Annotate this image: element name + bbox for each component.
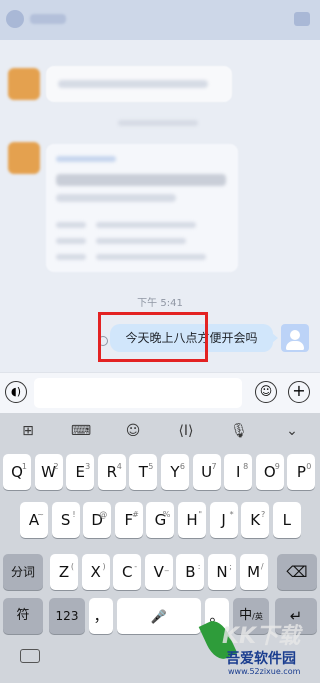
emoji-icon[interactable]: ☺ [121, 421, 145, 441]
key-hint: 0 [306, 462, 312, 471]
message-input[interactable] [34, 378, 242, 408]
watermark-cn: 吾爱软件园 [226, 651, 296, 667]
key-w[interactable]: W2 [34, 454, 63, 490]
voice-icon[interactable]: ◖) [5, 381, 27, 403]
bubble-tail [272, 333, 278, 343]
menu-icon[interactable] [294, 12, 310, 26]
key-hint: ! [72, 510, 76, 519]
key-hint: % [162, 510, 171, 519]
contact-avatar[interactable] [8, 142, 40, 174]
key-hint: ? [260, 510, 266, 519]
input-bar: ◖) ☺ + [0, 372, 320, 413]
plus-icon[interactable]: + [288, 381, 310, 403]
key-i[interactable]: I8 [224, 454, 253, 490]
key-d[interactable]: D @ [83, 502, 112, 538]
key-x[interactable]: X) [81, 554, 110, 590]
key-hint: 8 [243, 462, 249, 471]
blurred-text [58, 80, 208, 88]
mic-icon[interactable]: 🎙 [227, 421, 251, 441]
blurred-text [56, 254, 86, 260]
key-a[interactable]: A ~ [20, 502, 48, 538]
key-hint: 1 [21, 462, 27, 471]
key-hint: # [132, 510, 139, 519]
key-hint: - [134, 562, 138, 571]
key-u[interactable]: U7 [192, 454, 221, 490]
key-r[interactable]: R4 [97, 454, 126, 490]
highlight-box [98, 312, 208, 362]
collapse-icon[interactable]: ⌄ [280, 421, 304, 441]
number-key[interactable]: 123 [49, 598, 85, 634]
time-label: 下午 5:41 [137, 298, 183, 309]
key-hint: 6 [179, 462, 185, 471]
blurred-time [118, 120, 198, 126]
keyboard-switch-icon[interactable] [20, 649, 40, 663]
key-hint: ; [229, 562, 232, 571]
grid-icon[interactable]: ⊞ [16, 421, 40, 441]
blurred-text [56, 222, 86, 228]
top-bar [0, 0, 320, 40]
chat-title [30, 14, 66, 24]
key-hint: 9 [274, 462, 280, 471]
blurred-text [96, 222, 196, 228]
backspace-icon[interactable]: ⌫ [277, 554, 317, 590]
key-n[interactable]: N; [208, 554, 236, 590]
space-key[interactable]: 🎤 [117, 598, 201, 634]
key-v[interactable]: V _ [144, 554, 173, 590]
key-hint: ~ [37, 510, 44, 519]
key-s[interactable]: S! [51, 502, 80, 538]
key-l[interactable]: L [272, 502, 301, 538]
key-p[interactable]: P0 [287, 454, 316, 490]
key-hint: : [197, 562, 201, 571]
key-q[interactable]: Q1 [3, 454, 31, 490]
watermark-big: KK下载 [222, 624, 301, 649]
symbol-key[interactable]: 符 [3, 598, 43, 634]
key-m[interactable]: M / [239, 554, 268, 590]
key-h[interactable]: H " [178, 502, 206, 538]
key-z[interactable]: Z( [50, 554, 78, 590]
blurred-text [96, 254, 206, 260]
key-j[interactable]: J * [209, 502, 238, 538]
user-avatar[interactable] [281, 324, 309, 352]
blurred-text [96, 238, 186, 244]
fenci-key[interactable]: 分词 [3, 554, 43, 590]
key-g[interactable]: G% [146, 502, 175, 538]
watermark-url: www.52zixue.com [228, 667, 301, 676]
key-hint: 7 [211, 462, 217, 471]
emoji-icon[interactable]: ☺ [255, 381, 277, 403]
cursor-icon[interactable]: ⟨I⟩ [174, 421, 198, 441]
key-hint: @ [99, 510, 108, 519]
key-hint: 2 [53, 462, 59, 471]
blurred-text [56, 156, 116, 162]
key-k[interactable]: K? [241, 502, 270, 538]
key-hint: " [198, 510, 202, 519]
key-t[interactable]: T5 [129, 454, 158, 490]
keyboard-toolbar: ⊞ ⌨ ☺ ⟨I⟩ 🎙 ⌄ [0, 413, 320, 449]
key-hint: 5 [148, 462, 154, 471]
key-hint: ) [102, 562, 106, 571]
blurred-text [56, 194, 176, 202]
key-hint: 3 [85, 462, 91, 471]
comma-key[interactable]: ， [89, 598, 113, 634]
key-b[interactable]: B: [176, 554, 205, 590]
key-hint: * [229, 510, 234, 519]
contact-avatar[interactable] [8, 68, 40, 100]
message-card[interactable] [46, 144, 238, 272]
blurred-text [56, 174, 226, 186]
key-hint: ( [70, 562, 74, 571]
key-c[interactable]: C- [113, 554, 142, 590]
key-o[interactable]: O9 [255, 454, 284, 490]
key-hint: 4 [116, 462, 122, 471]
key-hint: _ [164, 562, 169, 571]
mic-icon: 🎤 [150, 610, 168, 625]
keyboard-icon[interactable]: ⌨ [69, 421, 93, 441]
key-hint: / [260, 562, 264, 571]
blurred-text [56, 238, 86, 244]
key-f[interactable]: F # [114, 502, 143, 538]
key-y[interactable]: Y6 [161, 454, 189, 490]
back-icon[interactable] [6, 10, 24, 28]
key-e[interactable]: E3 [66, 454, 95, 490]
